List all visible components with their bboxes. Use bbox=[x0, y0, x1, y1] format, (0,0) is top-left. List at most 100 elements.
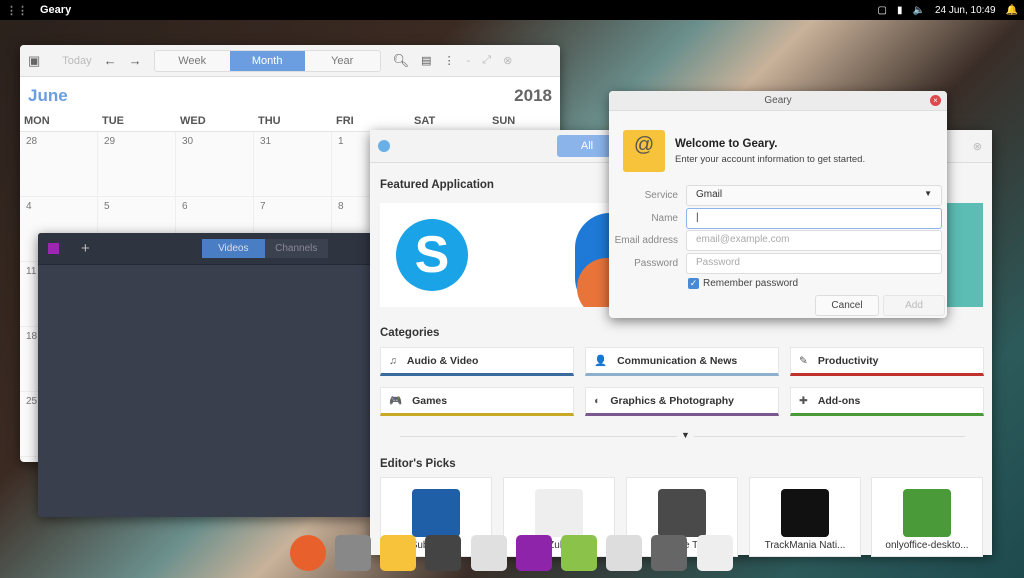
applications-menu-icon[interactable]: ⋮⋮ bbox=[6, 4, 28, 17]
month-title: June bbox=[28, 86, 68, 105]
name-label: Name bbox=[651, 213, 678, 224]
add-button[interactable]: Add bbox=[883, 295, 945, 316]
music-icon[interactable] bbox=[561, 535, 597, 571]
day-cell[interactable]: 28 bbox=[20, 132, 98, 197]
top-panel: ⋮⋮ Geary ▢ ▮ 🔈 24 Jun, 10:49 🔔 bbox=[0, 0, 1024, 20]
category-icon: ✎ bbox=[799, 354, 808, 367]
view-switcher: Week Month Year bbox=[153, 49, 381, 72]
expand-chevron-icon[interactable]: ▼ bbox=[677, 430, 694, 440]
forward-arrow-icon[interactable]: → bbox=[129, 53, 142, 68]
close-icon[interactable]: ⊗ bbox=[973, 140, 982, 153]
app-card[interactable]: TrackMania Nati... bbox=[749, 477, 861, 557]
appcenter-icon[interactable] bbox=[606, 535, 642, 571]
weekday-header: SUN bbox=[488, 112, 560, 132]
day-cell[interactable]: 29 bbox=[98, 132, 176, 197]
weekday-header: MON bbox=[20, 112, 98, 132]
weekday-header: THU bbox=[254, 112, 332, 132]
email-input[interactable]: email@example.com bbox=[686, 230, 942, 251]
tab-year[interactable]: Year bbox=[304, 50, 380, 71]
year-title: 2018 bbox=[514, 86, 552, 105]
category-button[interactable]: 👤 Communication & News bbox=[585, 347, 779, 376]
category-button[interactable]: 🎮 Games bbox=[380, 387, 574, 416]
app-name: onlyoffice-deskto... bbox=[885, 540, 969, 551]
updates-icon[interactable] bbox=[378, 140, 390, 152]
calendar-toolbar: ▣ Today ← → Week Month Year 🔍︎ ▤ ⋮ - ⤢ ⊗ bbox=[20, 45, 560, 77]
category-icon: ◐ bbox=[594, 394, 601, 407]
bell-icon[interactable]: 🔔 bbox=[1006, 5, 1018, 16]
day-cell[interactable]: 31 bbox=[254, 132, 332, 197]
calculator-icon[interactable] bbox=[651, 535, 687, 571]
remember-checkbox[interactable]: ✓ bbox=[688, 278, 699, 289]
dialog-subheading: Enter your account information to get st… bbox=[675, 154, 866, 165]
volume-icon[interactable]: 🔈 bbox=[912, 5, 924, 16]
tab-all[interactable]: All bbox=[557, 135, 617, 157]
category-button[interactable]: ♫ Audio & Video bbox=[380, 347, 574, 376]
add-event-icon[interactable]: ▣ bbox=[28, 53, 40, 69]
category-label: Audio & Video bbox=[406, 354, 479, 367]
tab-week[interactable]: Week bbox=[154, 50, 230, 71]
app-icon bbox=[48, 243, 59, 254]
mail-icon[interactable] bbox=[380, 535, 416, 571]
category-label: Productivity bbox=[817, 354, 879, 367]
add-icon[interactable]: + bbox=[81, 240, 90, 257]
category-icon: ♫ bbox=[389, 354, 397, 367]
app-icon bbox=[658, 489, 706, 537]
service-value: Gmail bbox=[696, 189, 723, 200]
tab-channels[interactable]: Channels bbox=[264, 239, 328, 258]
clock[interactable]: 24 Jun, 10:49 bbox=[935, 5, 996, 16]
app-icon bbox=[412, 489, 460, 537]
password-label: Password bbox=[634, 258, 678, 269]
app-card[interactable]: onlyoffice-deskto... bbox=[871, 477, 983, 557]
weekday-header: WED bbox=[176, 112, 254, 132]
weekday-header: TUE bbox=[98, 112, 176, 132]
maximize-icon[interactable]: ⤢ bbox=[482, 54, 491, 67]
app-icon bbox=[903, 489, 951, 537]
weekday-header: FRI bbox=[332, 112, 410, 132]
category-label: Communication & News bbox=[617, 354, 738, 367]
service-dropdown[interactable]: Gmail ▼ bbox=[686, 185, 942, 206]
minimize-icon[interactable]: - bbox=[467, 55, 471, 67]
dialog-title: Geary bbox=[764, 95, 792, 106]
featured-title: Featured Application bbox=[380, 179, 494, 191]
videos-window: + Videos Channels bbox=[38, 233, 372, 517]
active-app-name: Geary bbox=[40, 4, 72, 16]
app-name: TrackMania Nati... bbox=[764, 540, 846, 551]
categories-title: Categories bbox=[380, 327, 440, 339]
category-button[interactable]: ✎ Productivity bbox=[790, 347, 984, 376]
search-icon[interactable]: 🔍︎ bbox=[393, 53, 410, 69]
day-cell[interactable]: 30 bbox=[176, 132, 254, 197]
close-icon[interactable]: ⊗ bbox=[503, 54, 512, 67]
menu-icon[interactable]: ⋮ bbox=[444, 54, 455, 67]
back-arrow-icon[interactable]: ← bbox=[104, 53, 117, 68]
mail-icon: @ bbox=[623, 130, 665, 172]
text-editor-icon[interactable] bbox=[697, 535, 733, 571]
camera-icon[interactable] bbox=[425, 535, 461, 571]
battery-icon[interactable]: ▮ bbox=[897, 5, 903, 16]
name-input[interactable]: | bbox=[686, 208, 942, 229]
remember-label: Remember password bbox=[703, 278, 799, 289]
category-label: Graphics & Photography bbox=[610, 394, 735, 407]
password-input[interactable]: Password bbox=[686, 253, 942, 274]
firefox-icon[interactable] bbox=[290, 535, 326, 571]
files-icon[interactable] bbox=[335, 535, 371, 571]
category-button[interactable]: ✚ Add-ons bbox=[790, 387, 984, 416]
dialog-heading: Welcome to Geary. bbox=[675, 138, 778, 150]
tab-videos[interactable]: Videos bbox=[201, 239, 265, 258]
category-button[interactable]: ◐ Graphics & Photography bbox=[585, 387, 779, 416]
editors-picks-title: Editor's Picks bbox=[380, 458, 456, 470]
tab-month[interactable]: Month bbox=[229, 50, 305, 71]
skype-logo: S bbox=[396, 219, 468, 291]
category-label: Add-ons bbox=[817, 394, 861, 407]
service-label: Service bbox=[644, 190, 678, 201]
category-icon: 🎮 bbox=[389, 395, 403, 407]
cancel-button[interactable]: Cancel bbox=[815, 295, 879, 316]
sidebar-icon[interactable]: ▤ bbox=[421, 54, 431, 67]
calendar-icon[interactable] bbox=[471, 535, 507, 571]
app-icon bbox=[781, 489, 829, 537]
close-icon[interactable]: × bbox=[930, 95, 941, 106]
today-button[interactable]: Today bbox=[62, 55, 91, 67]
notifications-indicator-icon[interactable]: ▢ bbox=[878, 5, 887, 16]
chevron-down-icon: ▼ bbox=[924, 189, 932, 198]
app-icon bbox=[535, 489, 583, 537]
videos-icon[interactable] bbox=[516, 535, 552, 571]
